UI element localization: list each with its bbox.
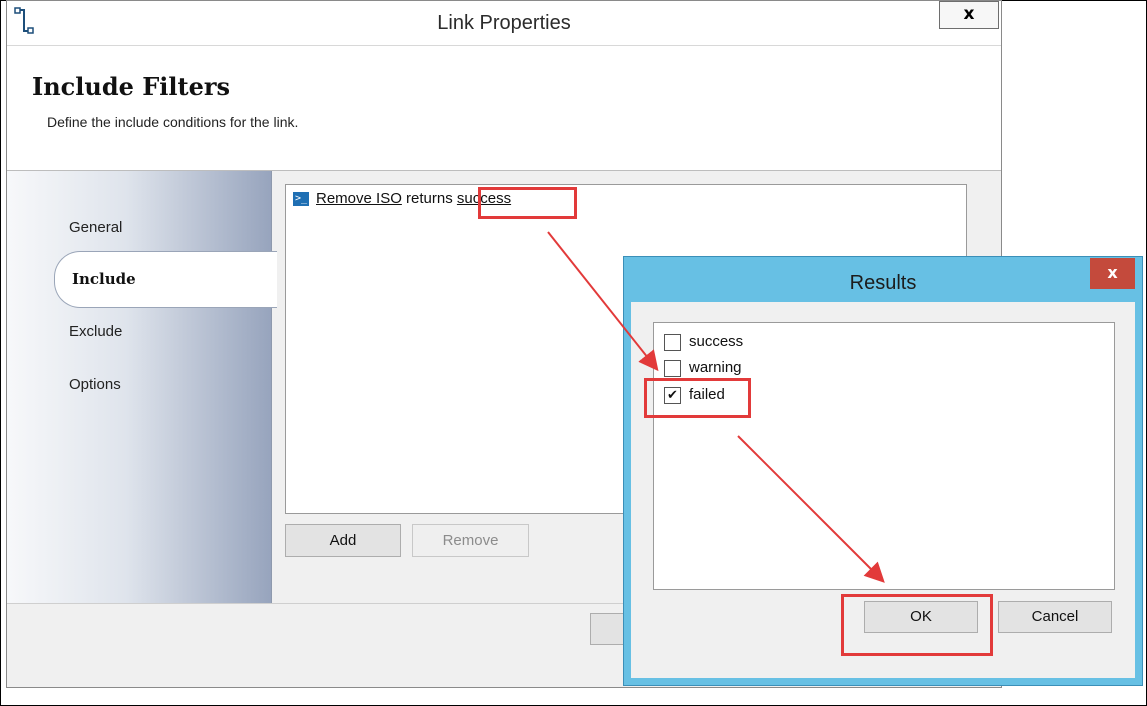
annotation-arrows <box>547 231 885 583</box>
arrow-success-to-failed <box>547 231 659 372</box>
arrow-failed-to-ok <box>737 435 885 583</box>
